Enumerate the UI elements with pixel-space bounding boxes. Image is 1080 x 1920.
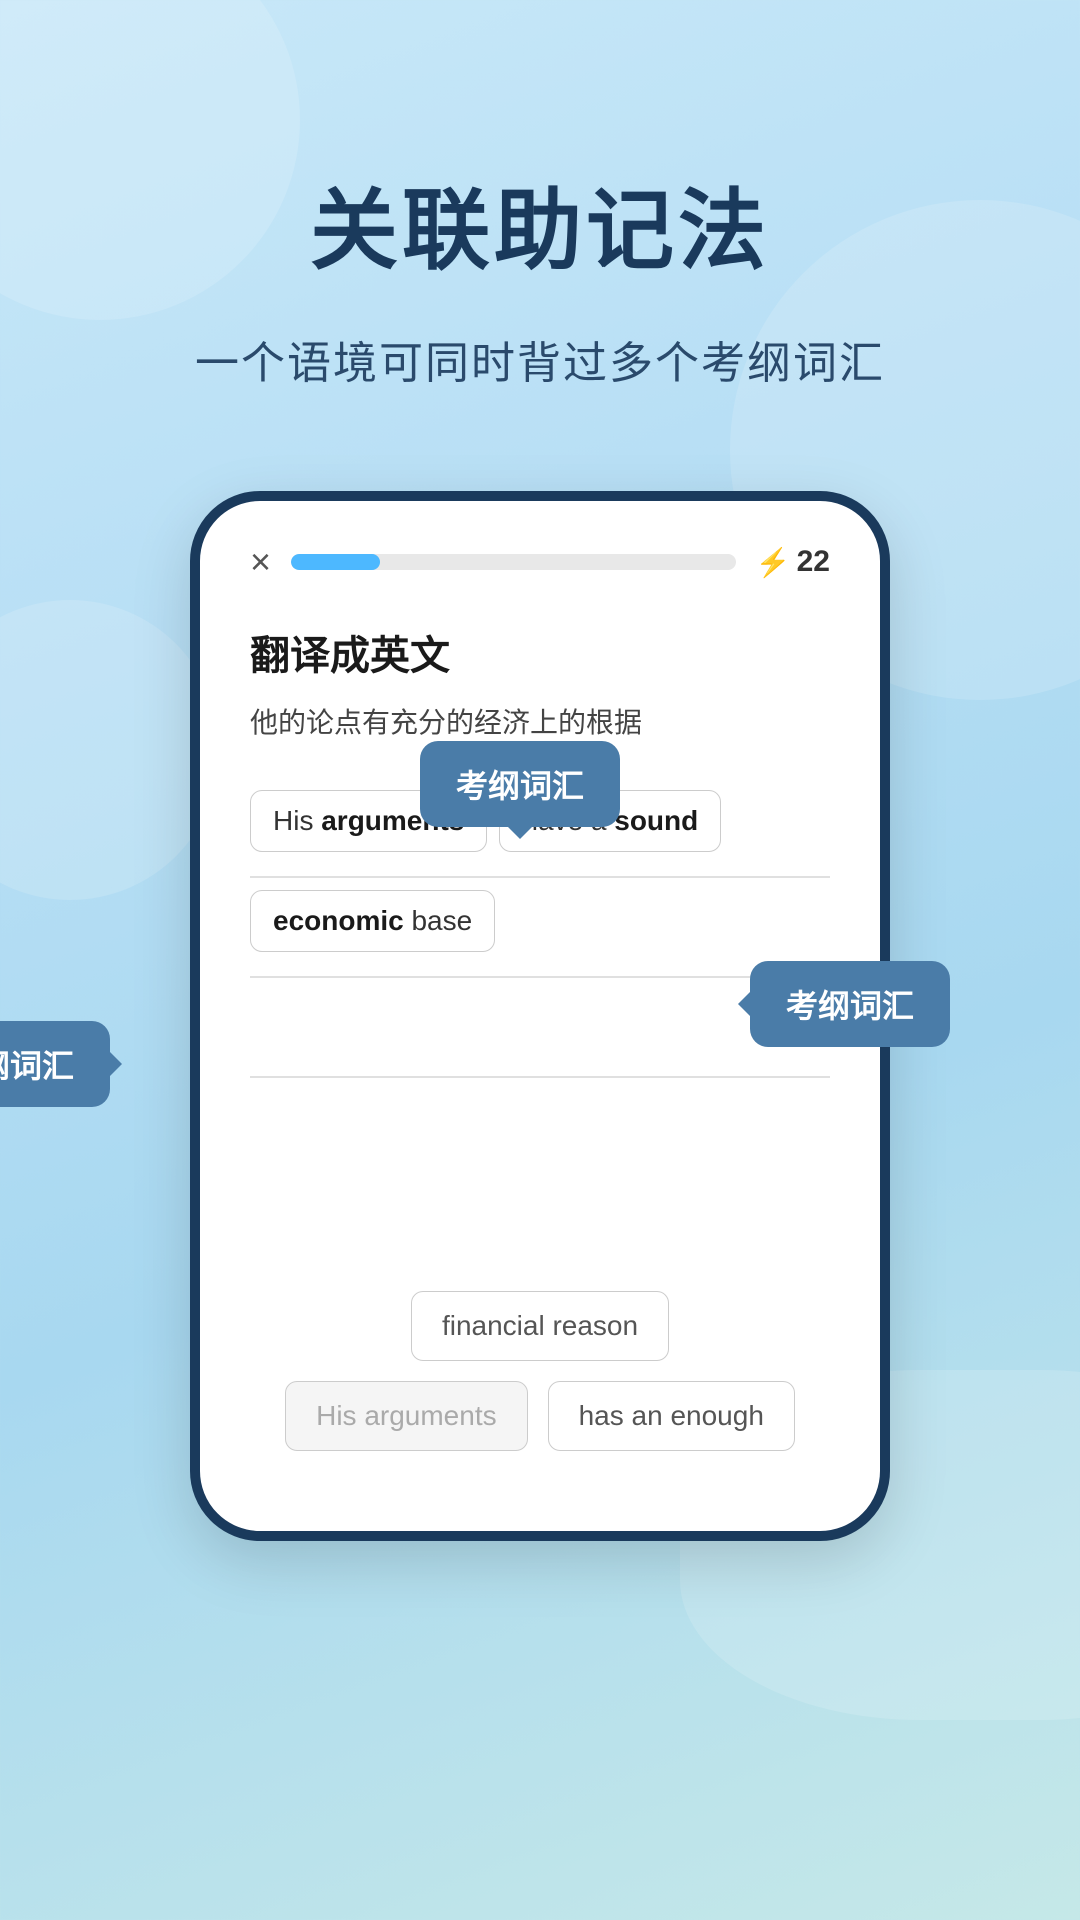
choice-financial-reason[interactable]: financial reason: [411, 1291, 669, 1361]
lightning-icon: ⚡: [756, 546, 791, 579]
tooltip-vocab-2: 考纲词汇: [750, 961, 950, 1047]
choices-area: financial reason His arguments has an en…: [250, 1291, 830, 1471]
answer-area: His arguments have a sound economic base: [250, 786, 830, 1078]
close-button[interactable]: ×: [250, 541, 271, 583]
divider-1: [250, 876, 830, 878]
tooltip-vocab-1: 考纲词汇: [420, 741, 620, 827]
score-value: 22: [797, 545, 830, 579]
choice-his-arguments[interactable]: His arguments: [285, 1381, 528, 1451]
tooltip-vocab-3: 考纲词汇: [0, 1021, 110, 1107]
choices-row-1: financial reason: [250, 1291, 830, 1361]
progress-bar-container: [291, 554, 736, 570]
divider-2: [250, 976, 830, 978]
page-content: 关联助记法 一个语境可同时背过多个考纲词汇 考纲词汇 考纲词汇 考纲词汇 ×: [0, 0, 1080, 1541]
phone-topbar: × ⚡ 22: [250, 541, 830, 583]
question-text: 他的论点有充分的经济上的根据: [250, 701, 830, 746]
word-chip-economic-base: economic base: [250, 890, 495, 952]
question-label: 翻译成英文: [250, 623, 830, 681]
score-badge: ⚡ 22: [756, 545, 830, 579]
phone-wrapper: 考纲词汇 考纲词汇 考纲词汇 × ⚡ 22: [190, 491, 890, 1541]
progress-bar-fill: [291, 554, 380, 570]
page-title: 关联助记法: [310, 160, 770, 287]
choices-row-2: His arguments has an enough: [250, 1381, 830, 1451]
answer-line-2: economic base: [250, 886, 830, 956]
divider-3: [250, 1076, 830, 1078]
page-subtitle: 一个语境可同时背过多个考纲词汇: [195, 327, 885, 391]
choice-has-an-enough[interactable]: has an enough: [548, 1381, 795, 1451]
